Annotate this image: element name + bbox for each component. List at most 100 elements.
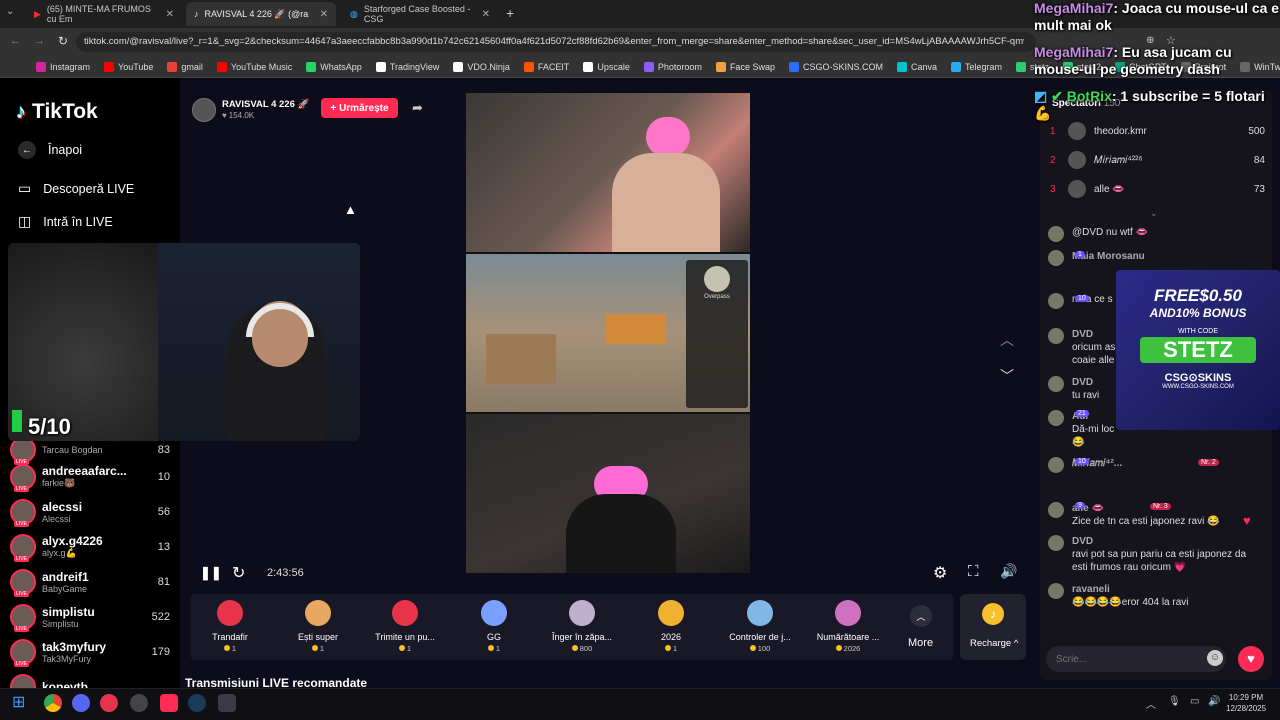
gift-item[interactable]: Controler de j... 100 xyxy=(720,600,800,653)
followed-account[interactable]: LIVE tak3myfury Tak3MyFury 179 xyxy=(10,635,170,669)
bookmark-item[interactable]: YouTube Music xyxy=(216,61,292,72)
url-field[interactable]: tiktok.com/@ravisval/live?_r=1&_svg=2&ch… xyxy=(84,33,1024,51)
top-viewer-row[interactable]: 2 𝑀𝑖𝑟𝑖𝑎𝑚𝑖⁴²²⁶ 84 xyxy=(1050,151,1265,169)
youtube-app-icon[interactable] xyxy=(100,694,118,712)
gift-item[interactable]: 2026 1 xyxy=(631,600,711,653)
avatar: LIVE xyxy=(10,569,36,597)
back-icon[interactable]: ← xyxy=(10,35,21,47)
account-nickname: alyx.g💪 xyxy=(42,548,77,558)
tiktok-icon: ♪ xyxy=(16,100,26,123)
reload-icon[interactable]: ↻ xyxy=(58,34,68,48)
top-viewer-row[interactable]: 1 theodor.kmr 500 xyxy=(1050,122,1265,140)
bookmark-item[interactable]: CSGO-SKINS.COM xyxy=(788,61,883,72)
chat-message[interactable]: ravaneli 😂😂😂😂eror 404 la ravi xyxy=(1048,583,1263,609)
tiktok-logo[interactable]: ♪ TikTok xyxy=(16,100,98,124)
follow-button[interactable]: + Urmărește xyxy=(321,98,398,118)
refresh-button[interactable]: ↻ xyxy=(232,563,245,583)
chat-input[interactable] xyxy=(1056,650,1196,668)
bookmark-item[interactable]: Canva xyxy=(896,61,937,72)
close-icon[interactable]: ✕ xyxy=(482,9,490,20)
app-icon[interactable] xyxy=(218,694,236,712)
viewer-name: theodor.kmr xyxy=(1094,125,1147,137)
gift-cost: 1 xyxy=(190,644,270,653)
tab-tiktok[interactable]: ♪ RAVISVAL 4 226 🚀 (@ra ✕ xyxy=(186,2,336,26)
gift-item[interactable]: Trandafir 1 xyxy=(190,600,270,653)
obs-icon[interactable] xyxy=(130,694,148,712)
close-icon[interactable]: ✕ xyxy=(320,9,328,20)
viewer-name: alle 👄 xyxy=(1094,183,1125,195)
followed-account[interactable]: LIVE simplistu Simplistu 522 xyxy=(10,600,170,634)
game-map-card: Overpass xyxy=(686,260,748,408)
chevron-down-icon[interactable]: ⌄ xyxy=(1150,208,1158,219)
heart-gift-icon[interactable]: ♥ xyxy=(1238,646,1264,672)
bookmark-label: Upscale xyxy=(597,61,630,72)
tiktok-app-icon[interactable] xyxy=(160,694,178,712)
chevron-down-icon[interactable]: ﹀ xyxy=(1000,366,1014,386)
followed-account[interactable]: LIVE alecssi Alecssi 56 xyxy=(10,495,170,529)
bookmark-item[interactable]: WhatsApp xyxy=(306,61,362,72)
chevron-up-icon[interactable]: ︿ xyxy=(910,605,932,627)
bookmark-item[interactable]: TradingView xyxy=(375,61,439,72)
avatar: LIVE xyxy=(10,464,36,492)
avatar xyxy=(1048,502,1064,518)
overlay-user: MegaMihai7 xyxy=(1034,44,1114,60)
pause-button[interactable]: ❚❚ xyxy=(200,565,222,581)
forward-icon[interactable]: → xyxy=(34,35,45,47)
bookmark-item[interactable]: Face Swap xyxy=(715,61,775,72)
top-viewer-row[interactable]: 3 alle 👄 73 xyxy=(1050,180,1265,198)
recharge-button[interactable]: Recharge ^ xyxy=(970,638,1018,649)
back-button[interactable]: ← Înapoi xyxy=(18,141,82,159)
steam-icon[interactable] xyxy=(188,694,206,712)
bookmark-item[interactable]: Upscale xyxy=(583,61,630,72)
tab-youtube[interactable]: ▶ (65) MINTE-MA FRUMOS cu Em ✕ xyxy=(26,2,182,26)
gift-item[interactable]: Trimite un pu... 1 xyxy=(365,600,445,653)
bookmark-item[interactable]: VDO.Ninja xyxy=(453,61,510,72)
bookmark-item[interactable]: gmail xyxy=(167,61,203,72)
gift-item[interactable]: Numărătoare ... 2026 xyxy=(808,600,888,653)
gift-item[interactable]: Înger în zăpa... 800 xyxy=(542,600,622,653)
bookmark-item[interactable]: Telegram xyxy=(951,61,1002,72)
account-nickname: Tarcau Bogdan xyxy=(42,445,103,455)
nav-discover-live[interactable]: ▭ Descoperă LIVE xyxy=(18,180,134,197)
mic-icon[interactable]: 🎙 xyxy=(1168,696,1181,707)
close-icon[interactable]: ✕ xyxy=(166,9,174,20)
settings-gear-icon[interactable]: ⚙ xyxy=(933,563,947,583)
nav-go-live[interactable]: ◫ Intră în LIVE xyxy=(18,213,113,230)
discord-icon[interactable] xyxy=(72,694,90,712)
bookmark-item[interactable]: Photoroom xyxy=(643,61,702,72)
tray-chevron-icon[interactable]: ︿ xyxy=(1146,696,1156,711)
volume-icon[interactable]: 🔊 xyxy=(1000,563,1017,580)
tab-search-icon[interactable]: ⌄ xyxy=(6,6,14,17)
bookmark-item[interactable]: YouTube xyxy=(104,61,153,72)
speaker-icon[interactable]: 🔊 xyxy=(1208,696,1220,707)
more-gifts-button[interactable]: More xyxy=(908,637,933,649)
gift-item[interactable]: GG 1 xyxy=(454,600,534,653)
new-tab-button[interactable]: + xyxy=(506,5,514,21)
tab-starforged[interactable]: ◍ Starforged Case Boosted - CSG ✕ xyxy=(342,2,498,26)
host-avatar[interactable] xyxy=(192,98,216,122)
share-icon[interactable]: ➦ xyxy=(412,100,423,116)
stream-chat-overlay-3: ◩ ✔ BotRix: 1 subscribe = 5 flotari💪 xyxy=(1034,88,1280,122)
streamer-webcam-overlay xyxy=(8,243,360,441)
followed-account[interactable]: LIVE alyx.g4226 alyx.g💪 13 xyxy=(10,530,170,564)
bookmark-item[interactable]: Instagram xyxy=(36,61,90,72)
go-live-label: Intră în LIVE xyxy=(43,214,113,229)
chevron-up-icon[interactable]: ︿ xyxy=(1000,330,1014,350)
bookmark-label: Photoroom xyxy=(657,61,702,72)
chat-message[interactable]: DVD ravi pot sa pun pariu ca esti japonez… xyxy=(1048,535,1263,574)
coin-icon xyxy=(223,645,230,651)
windows-start-icon[interactable]: ⊞ xyxy=(12,694,30,712)
host-name[interactable]: RAVISVAL 4 226 🚀 xyxy=(222,99,309,110)
coin-icon xyxy=(664,645,671,651)
bookmark-item[interactable]: FACEIT xyxy=(523,61,569,72)
fullscreen-icon[interactable]: ⛶ xyxy=(968,563,979,580)
chat-message[interactable]: @DVD nu wtf 👄 xyxy=(1048,226,1263,242)
avatar xyxy=(1048,328,1064,344)
followed-account[interactable]: LIVE andreeaafarc... farkie🐻 10 xyxy=(10,460,170,494)
gift-item[interactable]: Ești super 1 xyxy=(278,600,358,653)
network-icon[interactable]: ▭ xyxy=(1190,696,1199,707)
emoji-icon[interactable]: ☺ xyxy=(1207,650,1223,666)
system-clock[interactable]: 10:29 PM 12/28/2025 xyxy=(1226,692,1266,714)
chrome-icon[interactable] xyxy=(44,694,62,712)
followed-account[interactable]: LIVE andreif1 BabyGame 81 xyxy=(10,565,170,599)
